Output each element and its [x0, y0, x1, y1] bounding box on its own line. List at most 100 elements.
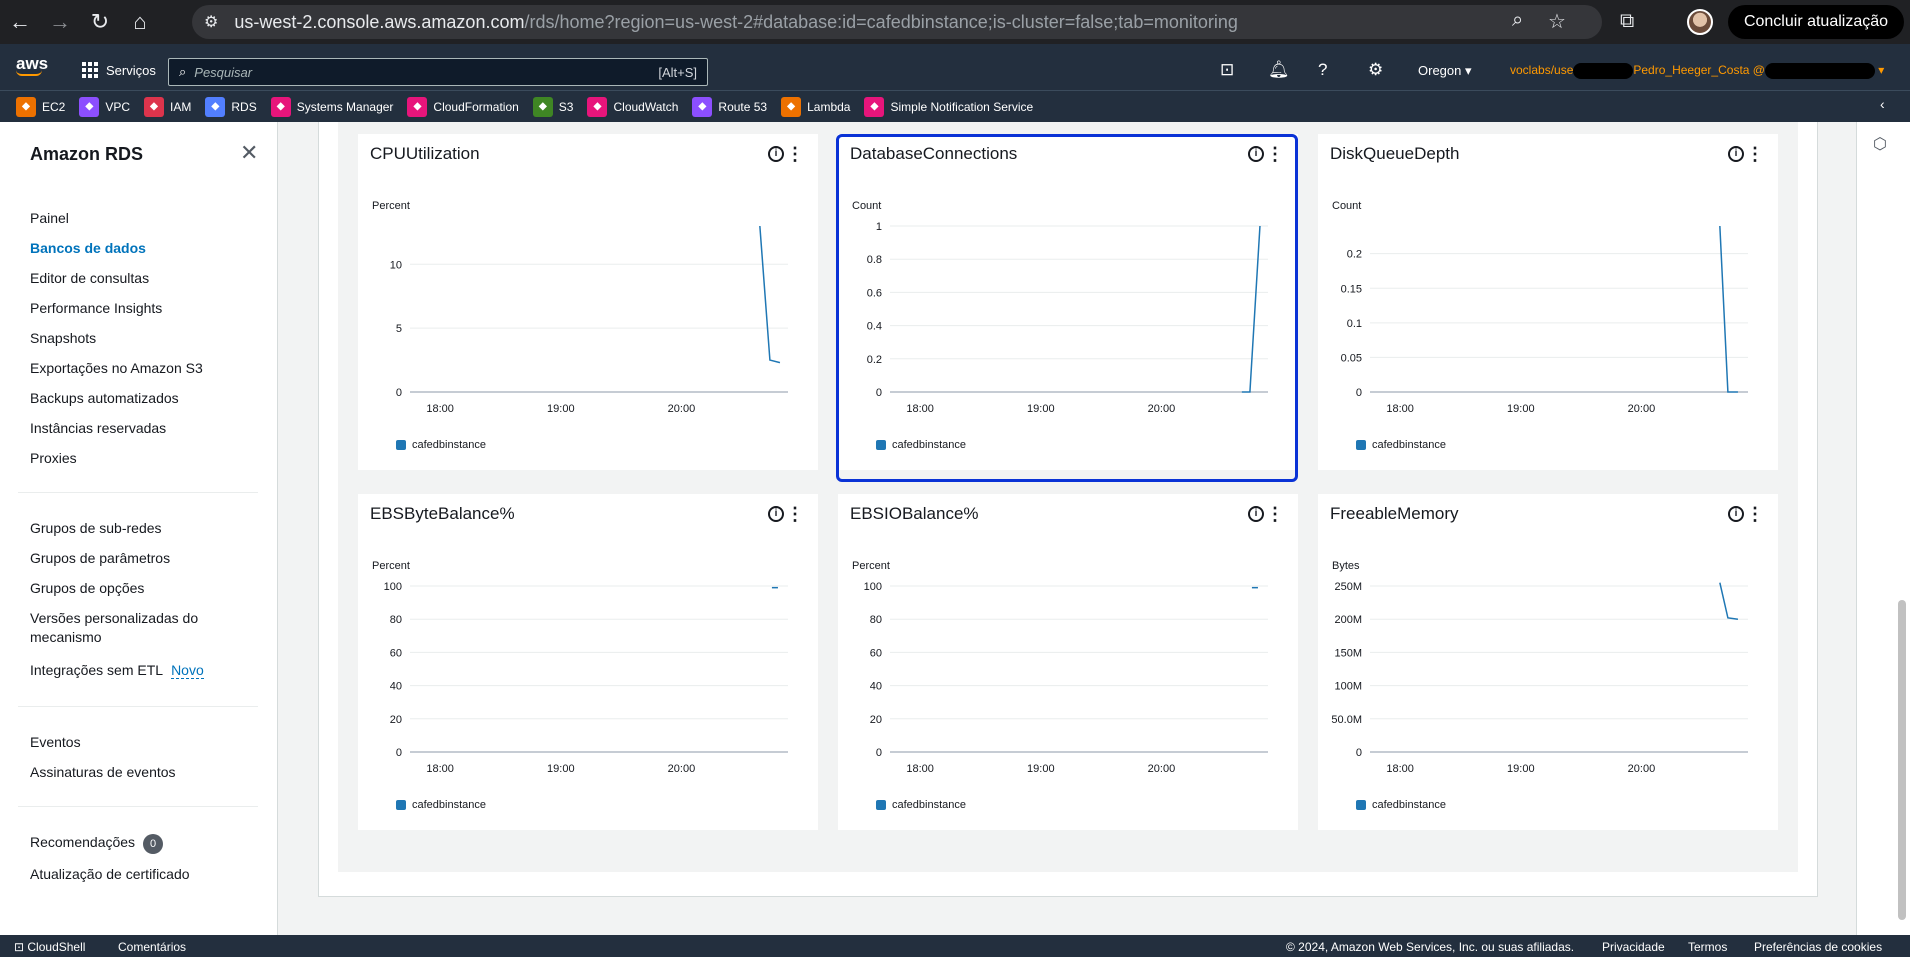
back-icon[interactable]: ← — [0, 0, 40, 44]
reload-icon[interactable]: ↻ — [80, 0, 120, 44]
chart-legend[interactable]: cafedbinstance — [876, 799, 966, 811]
service-icon: ◆ — [864, 96, 885, 117]
notifications-bell-icon[interactable]: 🔔︎ — [1268, 60, 1290, 80]
favorite-simple-notification-service[interactable]: ◆ Simple Notification Service — [864, 96, 1033, 117]
sidebar-item-painel[interactable]: Painel — [30, 210, 69, 226]
sidebar-item-parameter-groups[interactable]: Grupos de parâmetros — [30, 550, 170, 566]
x-tick-label: 18:00 — [906, 403, 934, 415]
chart-legend[interactable]: cafedbinstance — [396, 799, 486, 811]
search-icon: ⌕ — [179, 64, 187, 79]
collapse-panel-icon[interactable]: ‹ — [1880, 96, 1885, 112]
favorite-rds[interactable]: ◆ RDS — [205, 96, 257, 117]
sidebar-item-certificate-update[interactable]: Atualização de certificado — [30, 866, 190, 882]
sidebar-item-query-editor[interactable]: Editor de consultas — [30, 270, 149, 286]
info-icon[interactable]: i — [1248, 146, 1264, 162]
favorite-s3[interactable]: ◆ S3 — [532, 96, 573, 117]
favorite-cloudformation[interactable]: ◆ CloudFormation — [407, 96, 519, 117]
more-options-icon[interactable]: ⋮ — [1746, 504, 1764, 525]
chart-legend[interactable]: cafedbinstance — [396, 439, 486, 451]
profile-avatar[interactable] — [1687, 9, 1713, 35]
legend-swatch — [876, 800, 886, 810]
services-menu-button[interactable]: Serviços — [82, 62, 156, 78]
console-search-input[interactable]: ⌕ Pesquisar [Alt+S] — [168, 58, 708, 86]
favorite-label: Lambda — [807, 99, 851, 114]
cookie-preferences-link[interactable]: Preferências de cookies — [1754, 940, 1882, 954]
help-icon[interactable]: ? — [1318, 60, 1327, 80]
favorite-systems-manager[interactable]: ◆ Systems Manager — [270, 96, 394, 117]
terms-link[interactable]: Termos — [1688, 940, 1727, 954]
extensions-icon[interactable]: ⧉ — [1620, 10, 1634, 33]
sidebar-item-recommendations[interactable]: Recomendações 0 — [30, 834, 164, 854]
sidebar-item-zero-etl[interactable]: Integrações sem ETL Novo — [30, 662, 204, 679]
aws-logo[interactable]: aws — [16, 54, 48, 76]
scrollbar[interactable] — [1898, 600, 1906, 920]
series-line[interactable] — [1719, 582, 1739, 620]
bookmark-star-icon[interactable]: ☆ — [1548, 9, 1566, 34]
chart-legend[interactable]: cafedbinstance — [876, 439, 966, 451]
x-tick-label: 19:00 — [1027, 403, 1055, 415]
chart-legend[interactable]: cafedbinstance — [1356, 799, 1446, 811]
favorite-lambda[interactable]: ◆ Lambda — [781, 96, 851, 117]
sidebar-item-snapshots[interactable]: Snapshots — [30, 330, 96, 346]
favorite-label: RDS — [231, 99, 257, 114]
home-icon[interactable]: ⌂ — [120, 0, 160, 44]
more-options-icon[interactable]: ⋮ — [786, 144, 804, 165]
more-options-icon[interactable]: ⋮ — [1746, 144, 1764, 165]
new-badge[interactable]: Novo — [171, 662, 204, 679]
service-icon: ◆ — [781, 96, 802, 117]
legend-swatch — [396, 800, 406, 810]
settings-gear-icon[interactable]: ⚙ — [1368, 60, 1383, 80]
y-tick-label: 0.2 — [867, 354, 882, 366]
sidebar-item-automated-backups[interactable]: Backups automatizados — [30, 390, 179, 406]
update-browser-button[interactable]: Concluir atualização — [1728, 5, 1904, 39]
comments-link[interactable]: Comentários — [118, 940, 186, 954]
more-options-icon[interactable]: ⋮ — [786, 504, 804, 525]
sidebar-item-proxies[interactable]: Proxies — [30, 450, 77, 466]
tools-hexagon-icon[interactable]: ⬡ — [1873, 134, 1887, 154]
favorite-ec2[interactable]: ◆ EC2 — [16, 96, 65, 117]
chart-plot: 250M 200M 150M 100M 50.0M 0 18:00 19:00 20:00 — [1331, 581, 1748, 775]
legend-label: cafedbinstance — [412, 439, 486, 451]
cloudshell-icon[interactable]: ⊡ — [1220, 60, 1234, 80]
cloudshell-link[interactable]: ⊡ CloudShell — [14, 940, 85, 954]
info-icon[interactable]: i — [1728, 506, 1744, 522]
y-tick-label: 5 — [396, 323, 402, 335]
more-options-icon[interactable]: ⋮ — [1266, 144, 1284, 165]
sidebar-divider — [18, 706, 258, 707]
account-menu[interactable]: voclabs/use Pedro_Heeger_Costa @ ▾ — [1510, 63, 1884, 79]
sidebar-item-events[interactable]: Eventos — [30, 734, 81, 750]
sidebar-item-reserved-instances[interactable]: Instâncias reservadas — [30, 420, 166, 436]
info-icon[interactable]: i — [1728, 146, 1744, 162]
favorite-label: CloudFormation — [433, 99, 519, 114]
forward-icon[interactable]: → — [40, 0, 80, 44]
favorite-iam[interactable]: ◆ IAM — [144, 96, 191, 117]
url-text[interactable]: us-west-2.console.aws.amazon.com/rds/hom… — [234, 12, 1238, 33]
series-line[interactable] — [1241, 225, 1261, 393]
address-bar[interactable]: ⚙ us-west-2.console.aws.amazon.com/rds/h… — [192, 5, 1602, 39]
sidebar-item-performance-insights[interactable]: Performance Insights — [30, 300, 162, 316]
site-info-icon[interactable]: ⚙ — [204, 12, 218, 32]
sidebar-item-databases[interactable]: Bancos de dados — [30, 240, 146, 256]
x-tick-label: 20:00 — [1148, 403, 1176, 415]
close-icon[interactable]: ✕ — [240, 140, 258, 166]
privacy-link[interactable]: Privacidade — [1602, 940, 1665, 954]
sidebar-item-s3-exports[interactable]: Exportações no Amazon S3 — [30, 360, 203, 376]
info-icon[interactable]: i — [768, 146, 784, 162]
region-selector[interactable]: Oregon ▾ — [1418, 63, 1472, 79]
zoom-icon[interactable]: ⌕ — [1512, 9, 1523, 32]
x-tick-label: 19:00 — [547, 403, 575, 415]
sidebar-item-option-groups[interactable]: Grupos de opções — [30, 580, 144, 596]
sidebar-item-custom-engine-versions[interactable]: Versões personalizadas do mecanismo — [30, 610, 198, 648]
info-icon[interactable]: i — [768, 506, 784, 522]
info-icon[interactable]: i — [1248, 506, 1264, 522]
chart-legend[interactable]: cafedbinstance — [1356, 439, 1446, 451]
more-options-icon[interactable]: ⋮ — [1266, 504, 1284, 525]
favorite-vpc[interactable]: ◆ VPC — [79, 96, 130, 117]
favorite-cloudwatch[interactable]: ◆ CloudWatch — [587, 96, 678, 117]
series-line[interactable] — [1719, 225, 1738, 393]
favorite-label: Systems Manager — [296, 99, 394, 114]
sidebar-item-subnet-groups[interactable]: Grupos de sub-redes — [30, 520, 162, 536]
series-line[interactable] — [759, 225, 781, 364]
favorite-route-53[interactable]: ◆ Route 53 — [692, 96, 767, 117]
sidebar-item-event-subscriptions[interactable]: Assinaturas de eventos — [30, 764, 176, 780]
